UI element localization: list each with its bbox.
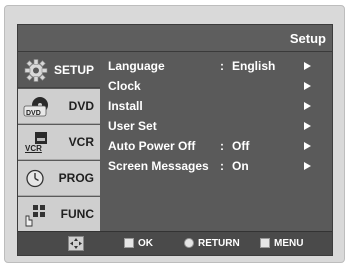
menu-item-value: On [232,159,249,173]
menu-item-colon: : [220,139,224,153]
page-title: Setup [289,31,326,46]
sidebar-item-label: FUNC [60,207,94,221]
vcr-logo-text: VCR [25,144,42,153]
menu-item-colon: : [220,59,224,73]
sidebar-item-func[interactable]: FUNC [18,197,100,232]
menu-item-auto-power-off[interactable]: Auto Power Off : Off [108,139,328,156]
menu-item-clock[interactable]: Clock [108,79,328,96]
arrow-right-icon [304,62,311,70]
sidebar-item-label: VCR [68,135,94,149]
return-icon [184,238,194,248]
ok-icon [124,238,134,248]
arrow-right-icon [304,142,311,150]
menu-item-label: Clock [108,79,141,93]
menu-item-value: English [232,59,276,73]
arrow-right-icon [304,82,311,90]
sidebar-item-vcr[interactable]: VCR VCR [18,125,100,160]
menu-button-label: MENU [274,238,304,249]
menu-item-colon: : [220,159,224,173]
menu-item-user-set[interactable]: User Set [108,119,328,136]
sidebar-item-prog[interactable]: PROG [18,161,100,196]
menu-icon [260,238,270,248]
return-button-label: RETURN [198,238,240,249]
menu-item-label: Auto Power Off [108,139,196,153]
menu-item-label: User Set [108,119,157,133]
sidebar-item-dvd[interactable]: DVD DVD [18,89,100,124]
setup-osd-menu: Setup SETUP DVD DVD VCR VCR PROG FUNC La… [17,24,333,256]
menu-item-label: Install [108,99,143,113]
sidebar-item-label: PROG [58,171,94,185]
gear-icon [23,58,49,83]
arrow-right-icon [304,122,311,130]
footer-bar: OK RETURN MENU [18,231,332,255]
header-bar: Setup [18,25,332,52]
menu-item-language[interactable]: Language : English [108,59,328,76]
clock-icon [23,166,49,191]
menu-item-value: Off [232,139,250,153]
dvd-logo-text: DVD [26,110,41,117]
arrow-right-icon [304,162,311,170]
func-icon [23,202,49,227]
menu-item-label: Screen Messages [108,159,209,173]
sidebar: SETUP DVD DVD VCR VCR PROG FUNC [18,53,100,232]
sidebar-item-setup[interactable]: SETUP [18,53,100,88]
navigation-pad-icon [68,236,84,251]
sidebar-item-label: DVD [68,99,94,113]
tv-frame: Setup SETUP DVD DVD VCR VCR PROG FUNC La… [0,0,349,269]
sidebar-item-label: SETUP [53,63,94,77]
ok-button-label: OK [138,238,153,249]
menu-item-label: Language [108,59,165,73]
menu-item-install[interactable]: Install [108,99,328,116]
menu-item-screen-messages[interactable]: Screen Messages : On [108,159,328,176]
arrow-right-icon [304,102,311,110]
